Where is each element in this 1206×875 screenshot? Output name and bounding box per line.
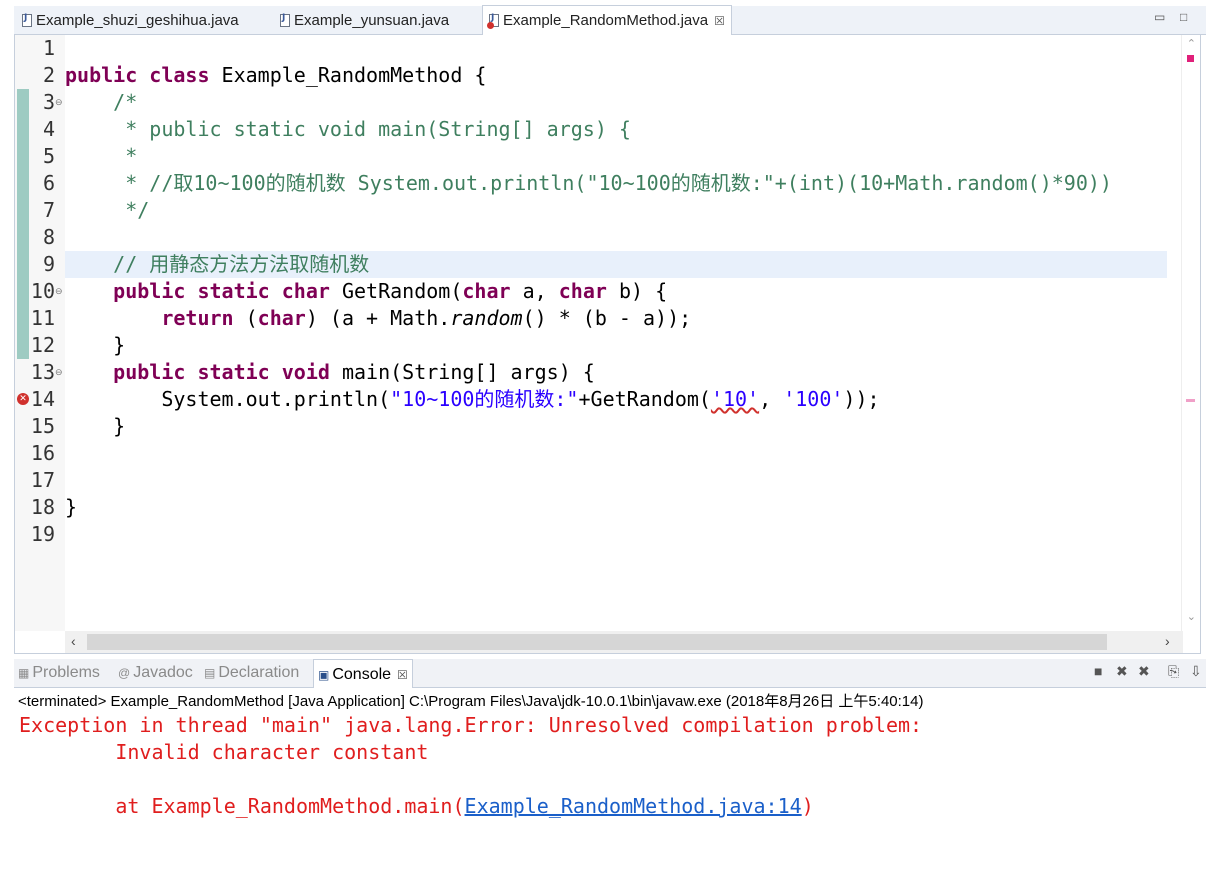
horizontal-scrollbar[interactable]: ‹ › [65, 631, 1183, 653]
line-number: 19 [30, 522, 55, 546]
tab-javadoc[interactable]: @ Javadoc [118, 659, 193, 687]
tab-label: Declaration [218, 664, 300, 681]
line-number: 17 [30, 468, 55, 492]
editor-tab-randommethod[interactable]: Example_RandomMethod.java ☒ [482, 5, 732, 35]
line-number: 2 [42, 63, 55, 87]
code-line-error: System.out.println("10~100的随机数:"+GetRand… [161, 387, 880, 411]
code-line: } [113, 333, 126, 357]
code-line: * //取10~100的随机数 System.out.println("10~1… [113, 171, 1112, 195]
line-number: 11 [30, 306, 55, 330]
line-number: 1 [42, 36, 55, 60]
code-line: return (char) (a + Math.random() * (b - … [161, 306, 692, 330]
console-icon: ▣ [318, 667, 330, 682]
problems-icon: ▦ [18, 666, 30, 680]
overview-ruler[interactable]: ⌃ ⌄ [1181, 35, 1200, 631]
code-line: * [113, 144, 138, 168]
console-line: at Example_RandomMethod.main(Example_Ran… [19, 794, 814, 818]
editor-tab-label: Example_RandomMethod.java [503, 12, 709, 29]
scroll-up-icon[interactable]: ⌃ [1187, 37, 1196, 50]
code-line: } [113, 414, 126, 438]
maximize-icon[interactable]: □ [1180, 10, 1187, 24]
console-line: Invalid character constant [19, 740, 429, 764]
editor-tab-label: Example_shuzi_geshihua.java [36, 11, 239, 29]
line-number: 13 [30, 360, 55, 384]
line-number: 6 [42, 171, 55, 195]
code-text-area[interactable]: public class Example_RandomMethod { /* *… [65, 35, 1167, 631]
line-number: 4 [42, 117, 55, 141]
line-number: 12 [30, 333, 55, 357]
fold-toggle-icon[interactable]: ⊖ [55, 278, 65, 305]
tab-label: Problems [32, 664, 100, 681]
code-editor[interactable]: 1 2 3 4 5 6 7 8 9 10 11 12 13 14 15 16 1… [14, 35, 1201, 654]
tab-declaration[interactable]: ▤ Declaration [204, 659, 299, 687]
code-line: } [65, 495, 78, 519]
line-number: 15 [30, 414, 55, 438]
minimize-icon[interactable]: ▭ [1154, 10, 1165, 24]
tab-label: Console [332, 665, 392, 683]
clear-console-icon[interactable]: ⎘ [1168, 663, 1179, 680]
tab-console[interactable]: ▣ Console ☒ [313, 659, 413, 689]
remove-launch-icon[interactable]: ✖ [1116, 663, 1128, 680]
line-number: 5 [42, 144, 55, 168]
scrollbar-thumb[interactable] [87, 634, 1107, 650]
console-output[interactable]: <terminated> Example_RandomMethod [Java … [14, 688, 1206, 875]
editor-tab-label: Example_yunsuan.java [294, 11, 450, 29]
java-file-error-icon [487, 13, 499, 29]
code-line: public static void main(String[] args) { [113, 360, 595, 384]
code-line-current: // 用静态方法方法取随机数 [65, 251, 1167, 278]
editor-tab-shuzi[interactable]: Example_shuzi_geshihua.java [22, 6, 239, 34]
close-icon[interactable]: ☒ [714, 14, 725, 28]
line-number: 3 [42, 90, 55, 114]
java-file-icon [280, 13, 290, 27]
line-number-ruler: 1 2 3 4 5 6 7 8 9 10 11 12 13 14 15 16 1… [15, 35, 65, 631]
code-line: public class Example_RandomMethod { [65, 63, 487, 87]
editor-tab-yunsuan[interactable]: Example_yunsuan.java [280, 6, 449, 34]
declaration-icon: ▤ [204, 666, 216, 680]
at-icon: @ [118, 666, 131, 680]
error-marker-icon[interactable]: ✕ [17, 393, 29, 405]
code-line: public static char GetRandom(char a, cha… [113, 279, 668, 303]
error-summary-icon[interactable] [1187, 55, 1194, 62]
fold-toggle-icon[interactable]: ⊖ [55, 89, 65, 116]
line-number: 7 [42, 198, 55, 222]
tab-label: Javadoc [133, 664, 193, 681]
code-line: * public static void main(String[] args)… [113, 117, 631, 141]
editor-tab-bar: Example_shuzi_geshihua.java Example_yuns… [14, 5, 1206, 35]
tab-problems[interactable]: ▦ Problems [18, 659, 100, 687]
console-status: <terminated> Example_RandomMethod [Java … [18, 693, 924, 710]
java-file-icon [22, 13, 32, 27]
line-number: 16 [30, 441, 55, 465]
close-icon[interactable]: ☒ [397, 668, 408, 682]
scroll-right-icon[interactable]: › [1165, 633, 1170, 649]
code-line: */ [113, 198, 150, 222]
code-line: /* [113, 90, 138, 114]
line-number: 9 [42, 252, 55, 276]
view-tab-bar: ▦ Problems @ Javadoc ▤ Declaration ▣ Con… [14, 659, 1206, 689]
error-overview-mark[interactable] [1186, 399, 1195, 402]
line-number: 8 [42, 225, 55, 249]
remove-all-launches-icon[interactable]: ✖ [1138, 663, 1150, 680]
fold-toggle-icon[interactable]: ⊖ [55, 359, 65, 386]
scroll-down-icon[interactable]: ⌄ [1187, 610, 1196, 623]
terminate-icon[interactable]: ■ [1094, 663, 1102, 679]
line-number: 10 [30, 279, 55, 303]
console-line: Exception in thread "main" java.lang.Err… [19, 713, 935, 737]
scroll-left-icon[interactable]: ‹ [71, 633, 76, 649]
scroll-lock-icon[interactable]: ⇩ [1190, 663, 1202, 680]
line-number: 18 [30, 495, 55, 519]
stacktrace-link[interactable]: Example_RandomMethod.java:14 [465, 794, 802, 818]
